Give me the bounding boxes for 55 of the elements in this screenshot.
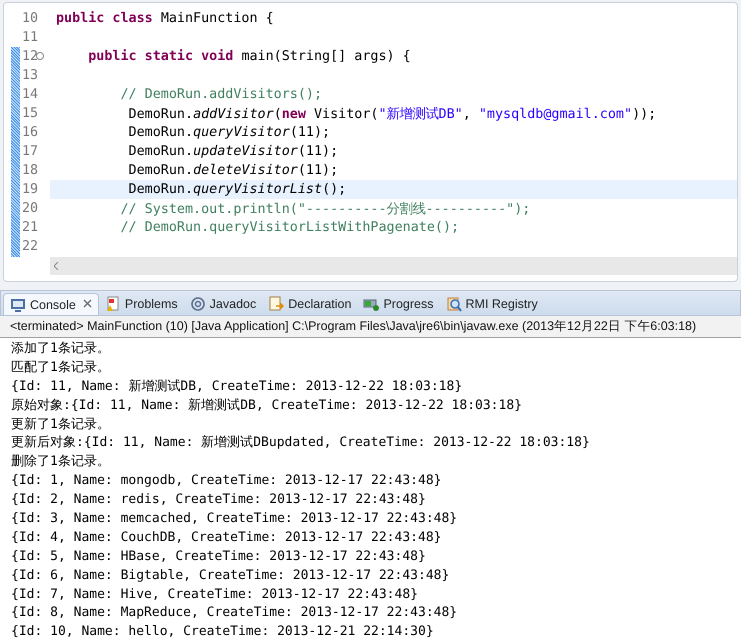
line-number: 14 — [21, 87, 40, 102]
panel-tab[interactable]: Javadoc — [184, 293, 262, 315]
console-output-line: {Id: 4, Name: CouchDB, CreateTime: 2013-12-17 22:43:48} — [11, 528, 442, 547]
code-line: public class MainFunction { — [56, 11, 274, 26]
monitor-icon — [10, 296, 26, 312]
line-number: 16 — [21, 125, 40, 140]
console-output-line: 匹配了1条记录。 — [11, 358, 111, 377]
panel-tab[interactable]: Problems — [98, 293, 184, 315]
console-output-line: {Id: 5, Name: HBase, CreateTime: 2013-12-17 22:43:48} — [11, 548, 427, 566]
collapse-icon[interactable] — [36, 52, 44, 60]
problems-icon — [104, 296, 121, 312]
console-output-line: {Id: 6, Name: Bigtable, CreateTime: 2013-12-17 22:43:48} — [11, 566, 450, 585]
line-number: 12 — [20, 49, 44, 64]
line-number: 11 — [21, 30, 40, 45]
scroll-left-icon[interactable] — [54, 262, 59, 270]
console-output-line: {Id: 2, Name: redis, CreateTime: 2013-12-17 22:43:48} — [11, 491, 427, 510]
panel-tab[interactable]: Declaration — [262, 293, 358, 315]
console-output-line: {Id: 1, Name: mongodb, CreateTime: 2013-12-17 22:43:48} — [11, 472, 442, 490]
panel-tab[interactable]: Console — [3, 293, 99, 315]
line-number: 21 — [21, 220, 40, 235]
code-line: DemoRun.queryVisitor(11); — [128, 125, 330, 140]
code-line: DemoRun.queryVisitorList(); — [128, 182, 346, 197]
console-output-line: {Id: 10, Name: hello, CreateTime: 2013-12-21 22:14:30} — [11, 623, 435, 642]
target-icon — [190, 296, 206, 312]
panel-tab[interactable]: RMI Registry — [440, 293, 544, 315]
console-output-line: 添加了1条记录。 — [11, 340, 111, 358]
line-number: 17 — [21, 144, 40, 159]
code-line: DemoRun.updateVisitor(11); — [128, 144, 338, 159]
console-output-line: 删除了1条记录。 — [11, 453, 111, 472]
console-output-line: {Id: 7, Name: Hive, CreateTime: 2013-12-17 22:43:48} — [11, 586, 419, 604]
line-number: 19 — [21, 182, 40, 197]
line-number: 13 — [21, 68, 40, 83]
console-output-line: {Id: 3, Name: memcached, CreateTime: 2013-12-17 22:43:48} — [11, 510, 458, 528]
console-output-line: 更新了1条记录。 — [11, 416, 111, 434]
magnifier-icon — [446, 296, 462, 312]
code-line: // DemoRun.queryVisitorListWithPagenate(); — [119, 220, 460, 235]
line-number: 18 — [21, 163, 40, 178]
console-output-line: {Id: 11, Name: 新增测试DB, CreateTime: 2013-12-22 18:03:18} — [11, 378, 464, 396]
line-number: 15 — [21, 106, 40, 121]
console-output-line: {Id: 8, Name: MapReduce, CreateTime: 2013-12-17 22:43:48} — [11, 604, 458, 622]
horizontal-scrollbar[interactable] — [50, 257, 737, 275]
code-line: DemoRun.addVisitor(new Visitor("新增测试DB", "mysqldb@gmail.com")); — [128, 106, 656, 122]
console-output-line: 更新后对象:{Id: 11, Name: 新增测试DBupdated, CreateTime: 2013-12-22 18:03:18} — [11, 434, 591, 452]
console-status: <terminated> MainFunction (10) [Java Application] C:\Program Files\Java\jre6\bin\javaw.exe (2013年12月22日 下午6:03:18) — [0, 315, 741, 338]
line-number: 20 — [21, 201, 40, 216]
code-line: // System.out.println("----------分割线----------"); — [119, 200, 530, 218]
code-editor[interactable] — [3, 2, 738, 282]
panel-tab[interactable]: Progress — [357, 293, 440, 315]
line-number: 22 — [21, 239, 40, 254]
line-number: 10 — [21, 11, 40, 26]
code-line: public static void main(String[] args) { — [87, 49, 411, 64]
code-line: // DemoRun.addVisitors(); — [119, 87, 322, 102]
code-line: DemoRun.deleteVisitor(11); — [128, 163, 338, 178]
declaration-icon — [268, 296, 284, 312]
console-output-line: 原始对象:{Id: 11, Name: 新增测试DB, CreateTime: 2013-12-22 18:03:18} — [11, 396, 523, 415]
